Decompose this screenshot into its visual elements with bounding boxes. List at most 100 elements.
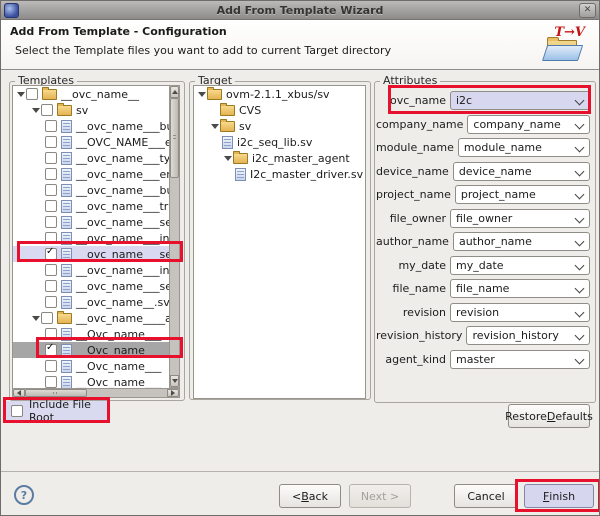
restore-defaults-button[interactable]: Restore Defaults	[508, 404, 590, 428]
window-title: Add From Template Wizard	[1, 4, 599, 17]
tree-item[interactable]: __Ovc_name___	[13, 358, 169, 374]
tree-item-label: __ovc_name___bus_	[75, 120, 170, 133]
combo-project_name[interactable]: project_name	[455, 185, 590, 204]
back-button[interactable]: < Back	[279, 484, 341, 508]
combo-revision_history[interactable]: revision_history	[466, 326, 590, 345]
attribute-label-author_name: author_name	[376, 235, 449, 248]
tree-item[interactable]: i2c_master_agent	[194, 150, 365, 166]
combo-agent_kind[interactable]: master	[450, 350, 590, 369]
expander-icon[interactable]	[209, 124, 220, 129]
file-icon	[61, 280, 72, 293]
attribute-label-module_name: module_name	[376, 141, 454, 154]
chevron-down-icon	[575, 354, 585, 364]
tree-item[interactable]: __ovc_name__.svh	[13, 294, 169, 310]
combo-value: file_name	[456, 282, 509, 295]
next-button[interactable]: Next >	[349, 484, 411, 508]
checkbox[interactable]	[45, 264, 57, 276]
tree-item[interactable]: i2c_seq_lib.sv	[194, 134, 365, 150]
scroll-down-button[interactable]	[170, 375, 179, 387]
attribute-label-file_owner: file_owner	[376, 212, 446, 225]
combo-device_name[interactable]: device_name	[453, 162, 590, 181]
scroll-left-button[interactable]	[13, 389, 25, 397]
tree-item[interactable]: ovm-2.1.1_xbus/sv	[194, 86, 365, 102]
scroll-up-button[interactable]	[170, 86, 179, 98]
tree-item[interactable]: __ovc_name___inte	[13, 230, 169, 246]
horizontal-scroll-thumb[interactable]	[25, 389, 87, 397]
help-button[interactable]: ?	[14, 485, 34, 505]
tree-item[interactable]: __ovc_name___env.	[13, 166, 169, 182]
finish-button[interactable]: Finish	[524, 484, 594, 508]
checkbox[interactable]	[45, 120, 57, 132]
checkbox[interactable]	[45, 232, 57, 244]
combo-module_name[interactable]: module_name	[458, 138, 590, 157]
chevron-down-icon	[575, 143, 585, 153]
window-titlebar[interactable]: Add From Template Wizard ✕	[1, 1, 599, 20]
checkbox[interactable]	[45, 328, 57, 340]
attribute-label-revision: revision	[376, 306, 446, 319]
combo-value: revision	[456, 306, 499, 319]
combo-file_owner[interactable]: file_owner	[450, 209, 590, 228]
arrow-left-icon	[17, 390, 21, 396]
footer-separator	[1, 471, 599, 472]
combo-my_date[interactable]: my_date	[450, 256, 590, 275]
tree-item[interactable]: I2c_master_driver.sv	[194, 166, 365, 182]
expander-icon[interactable]	[30, 316, 41, 321]
checkbox-checked[interactable]	[45, 344, 57, 356]
checkbox[interactable]	[45, 376, 57, 388]
tree-item[interactable]: __Ovc_name___	[13, 342, 169, 358]
tree-item[interactable]: __ovc_name___type	[13, 150, 169, 166]
checkbox[interactable]	[45, 152, 57, 164]
attribute-row: ovc_name i2c	[376, 90, 590, 111]
combo-author_name[interactable]: author_name	[453, 232, 590, 251]
tree-item[interactable]: __ovc_name__	[13, 86, 169, 102]
tree-item[interactable]: sv	[194, 118, 365, 134]
tree-item[interactable]: __ovc_name___sequ	[13, 278, 169, 294]
checkbox[interactable]	[41, 312, 53, 324]
scroll-right-button[interactable]	[167, 389, 179, 397]
combo-company_name[interactable]: company_name	[467, 115, 590, 134]
checkbox[interactable]	[45, 184, 57, 196]
combo-value: my_date	[456, 259, 504, 272]
close-button[interactable]: ✕	[579, 3, 596, 18]
checkbox[interactable]	[45, 136, 57, 148]
checkbox[interactable]	[45, 360, 57, 372]
tree-item[interactable]: __ovc_name___tran	[13, 198, 169, 214]
expander-icon[interactable]	[30, 108, 41, 113]
tree-item[interactable]: __ovc_name___sequ	[13, 214, 169, 230]
tree-item-label: __Ovc_name___	[75, 328, 161, 341]
checkbox[interactable]	[45, 168, 57, 180]
expander-icon[interactable]	[222, 156, 233, 161]
expander-icon[interactable]	[196, 92, 207, 97]
combo-file_name[interactable]: file_name	[450, 279, 590, 298]
t-to-v-icon: T→V	[554, 25, 585, 40]
tree-item[interactable]: CVS	[194, 102, 365, 118]
checkbox[interactable]	[45, 296, 57, 308]
tree-item[interactable]: __ovc_name____ag	[13, 310, 169, 326]
file-icon	[61, 120, 72, 133]
chevron-down-icon	[575, 96, 585, 106]
include-file-root[interactable]: Include File Root	[6, 401, 107, 420]
attribute-row: file_namefile_name	[376, 278, 590, 299]
tree-item[interactable]: __ovc_name___seq_	[13, 246, 169, 262]
checkbox[interactable]	[45, 280, 57, 292]
include-file-root-checkbox[interactable]	[11, 405, 23, 417]
checkbox[interactable]	[45, 216, 57, 228]
file-icon	[61, 360, 72, 373]
tree-item[interactable]: __ovc_name___inter	[13, 262, 169, 278]
tree-item[interactable]: __OVC_NAME___env	[13, 134, 169, 150]
checkbox[interactable]	[26, 88, 38, 100]
cancel-button[interactable]: Cancel	[454, 484, 518, 508]
tree-item[interactable]: __ovc_name___bus_	[13, 182, 169, 198]
tree-item[interactable]: __ovc_name___bus_	[13, 118, 169, 134]
vertical-scroll-thumb[interactable]	[170, 98, 179, 178]
combo-revision[interactable]: revision	[450, 303, 590, 322]
expander-icon[interactable]	[15, 92, 26, 97]
combo-ovc_name[interactable]: i2c	[450, 91, 590, 110]
checkbox[interactable]	[41, 104, 53, 116]
tree-item[interactable]: sv	[13, 102, 169, 118]
checkbox[interactable]	[45, 200, 57, 212]
checkbox-checked[interactable]	[45, 248, 57, 260]
attribute-label-ovc_name: ovc_name	[376, 94, 446, 107]
attribute-row: project_nameproject_name	[376, 184, 590, 205]
tree-item[interactable]: __Ovc_name___	[13, 326, 169, 342]
